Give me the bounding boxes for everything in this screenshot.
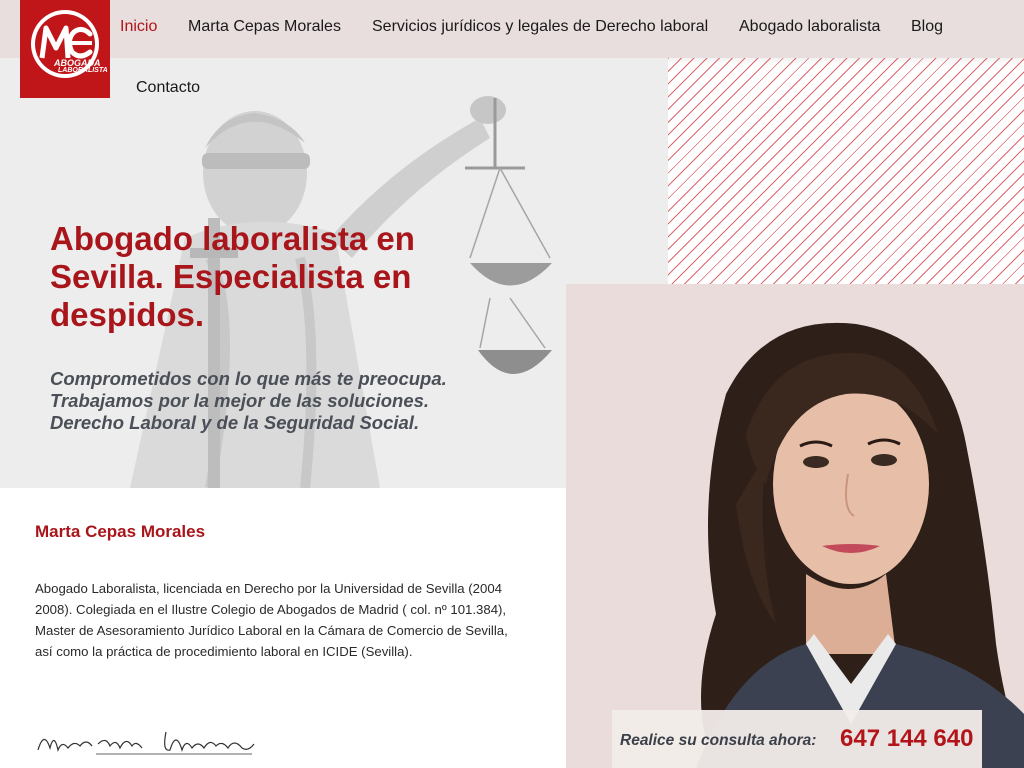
nav-item-blog[interactable]: Blog xyxy=(911,18,943,36)
hero-subline-1: Comprometidos con lo que más te preocupa… xyxy=(50,368,447,389)
mc-logo-icon xyxy=(31,10,99,78)
hero-subline: Comprometidos con lo que más te preocupa… xyxy=(50,368,520,434)
nav-item-abogado-laboralista[interactable]: Abogado laboralista xyxy=(739,18,880,36)
hero-subline-2: Trabajamos por la mejor de las solucione… xyxy=(50,390,430,411)
site-logo[interactable]: ABOGADA LABORALISTA xyxy=(20,0,110,98)
nav-item-contacto[interactable]: Contacto xyxy=(136,79,200,97)
phone-number-link[interactable]: 647 144 640 xyxy=(840,725,973,753)
nav-item-marta-cepas-morales[interactable]: Marta Cepas Morales xyxy=(188,18,341,36)
main-nav: Inicio Marta Cepas Morales Servicios jur… xyxy=(110,0,1024,116)
nav-item-servicios[interactable]: Servicios jurídicos y legales de Derecho… xyxy=(372,18,708,36)
lawyer-portrait-image xyxy=(566,284,1024,768)
consultation-callout: Realice su consulta ahora: 647 144 640 xyxy=(612,710,982,768)
bio-name-heading: Marta Cepas Morales xyxy=(35,522,206,541)
logo-text-line2: LABORALISTA xyxy=(58,67,108,74)
hero-subline-3: Derecho Laboral y de la Seguridad Social… xyxy=(50,412,420,433)
hero-headline: Abogado laboralista en Sevilla. Especial… xyxy=(50,220,415,333)
handwritten-signature xyxy=(37,731,255,755)
consultation-label: Realice su consulta ahora: xyxy=(620,732,817,749)
bio-paragraph: Abogado Laboralista, licenciada en Derec… xyxy=(35,581,508,659)
nav-item-inicio[interactable]: Inicio xyxy=(120,18,157,36)
